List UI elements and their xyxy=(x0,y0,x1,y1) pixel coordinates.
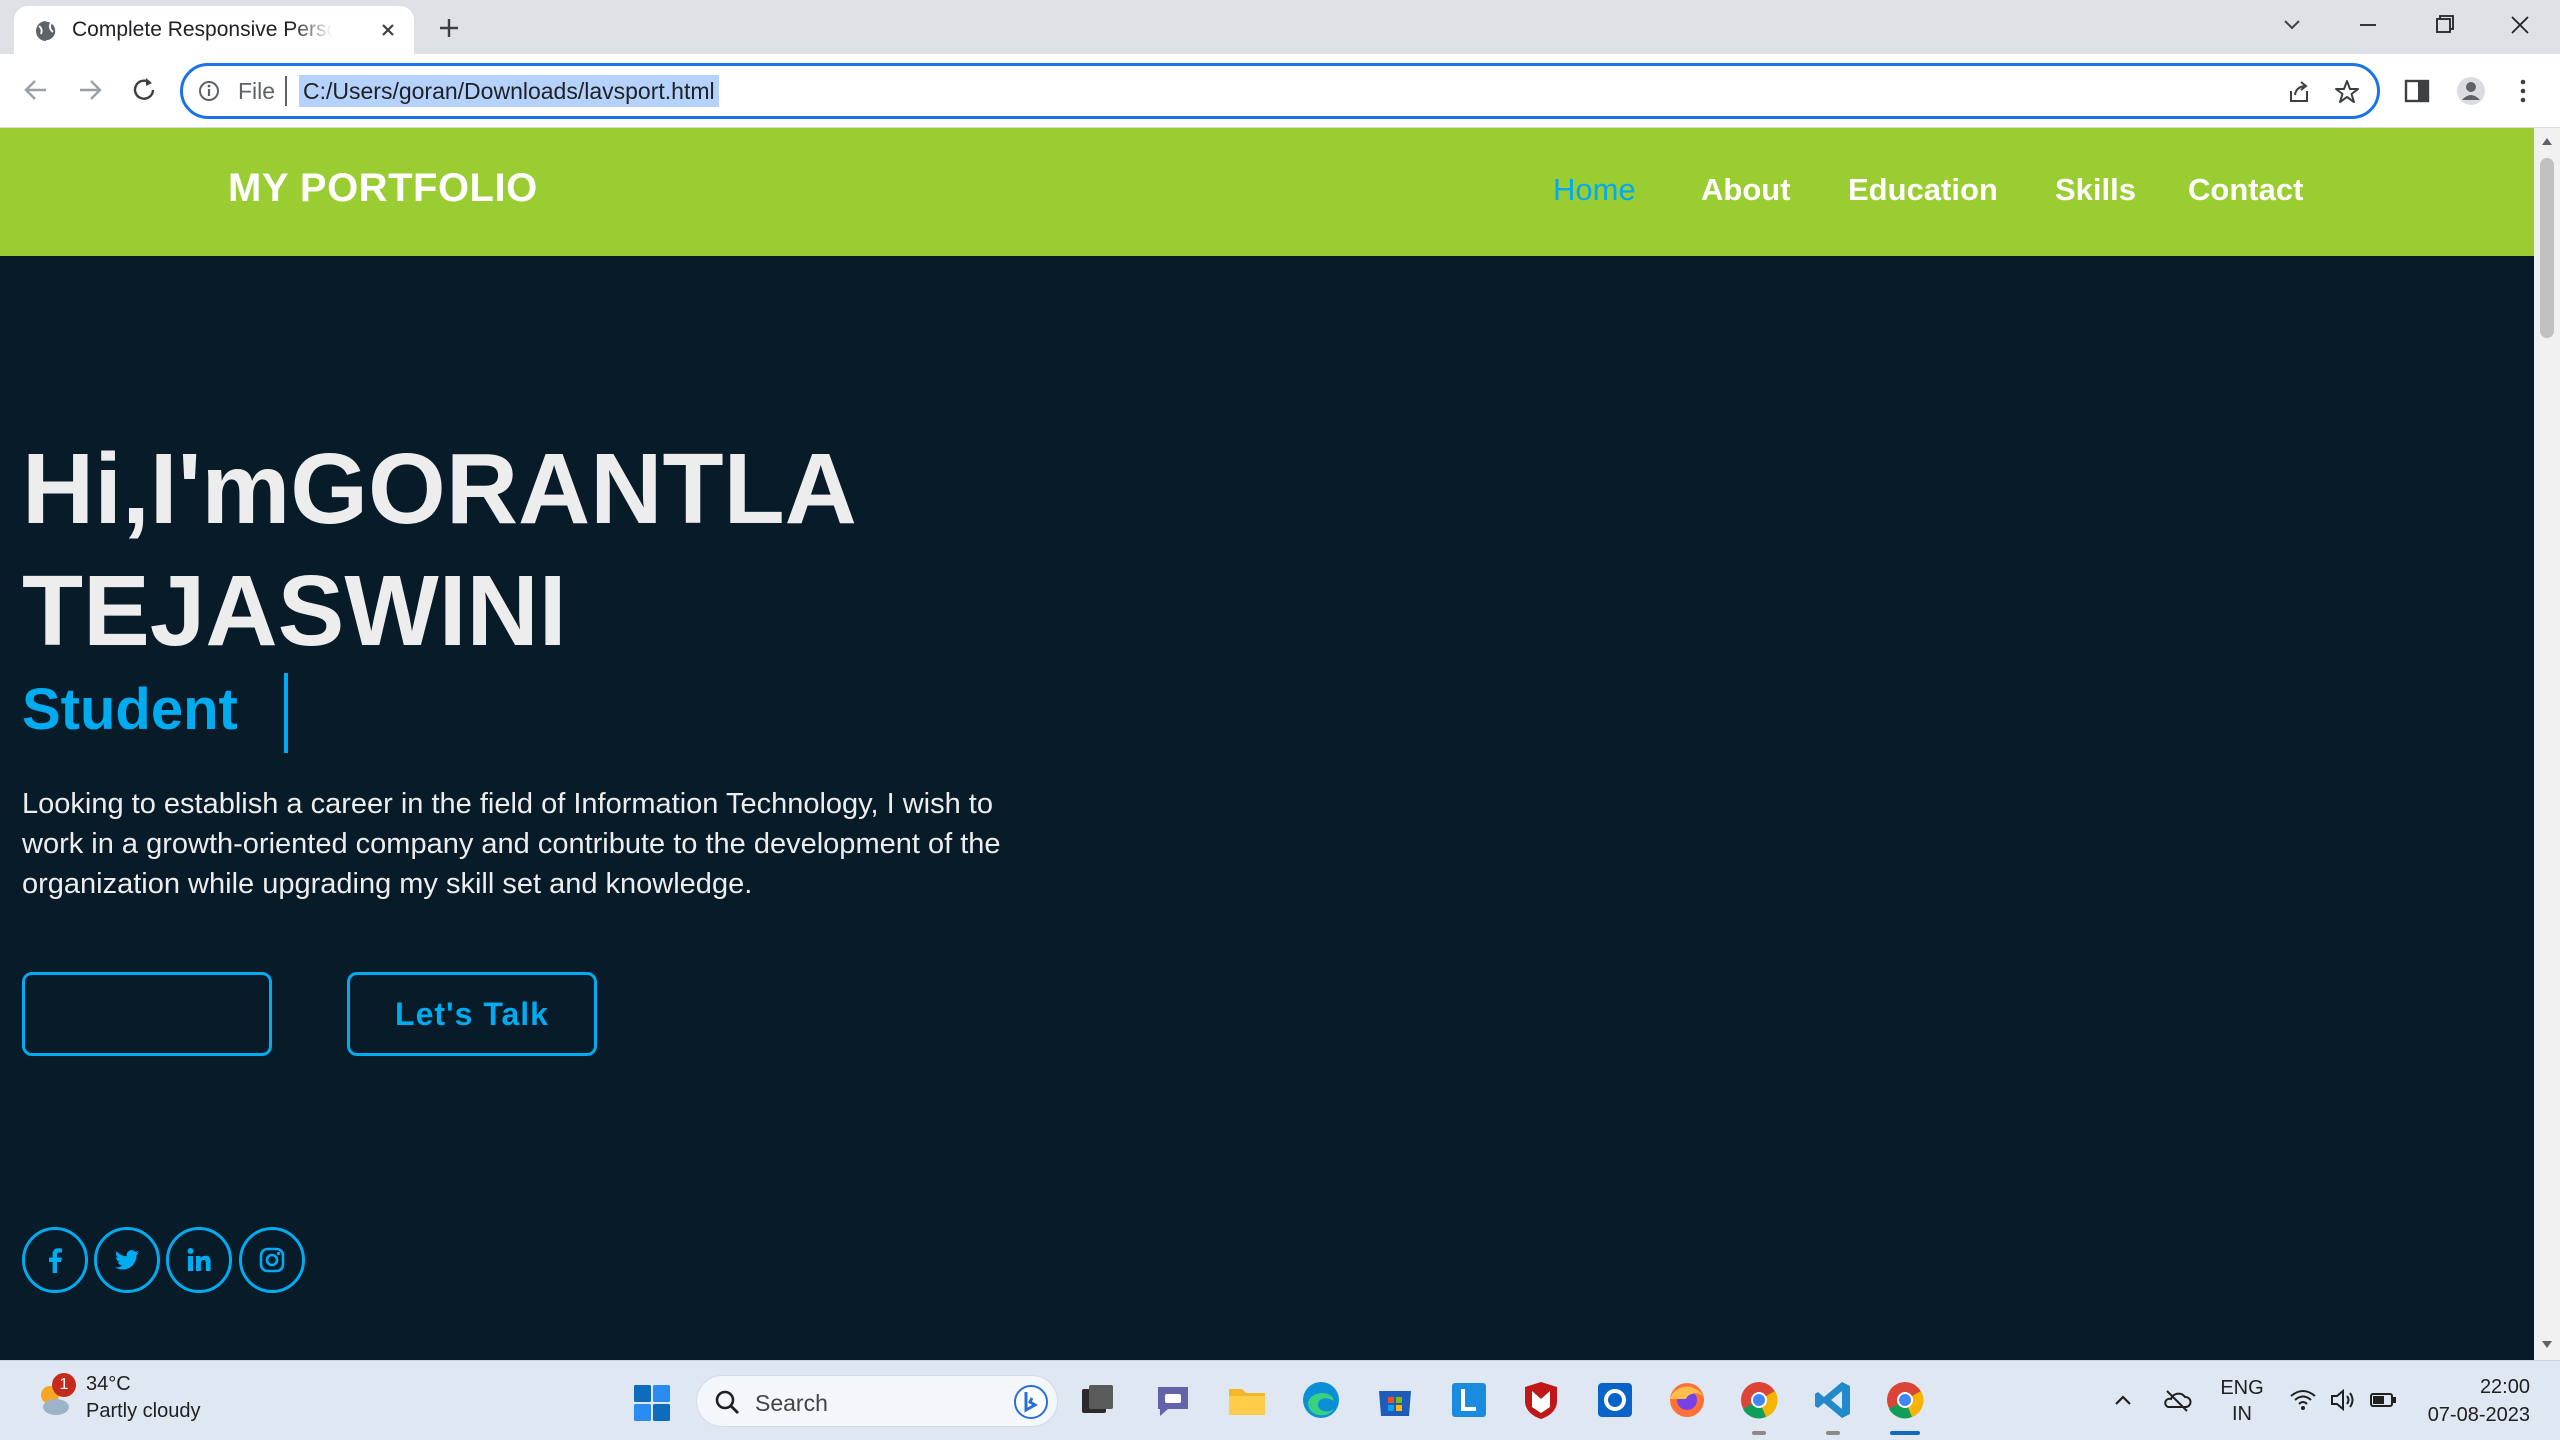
instagram-icon xyxy=(259,1247,285,1273)
vscode-running-indicator xyxy=(1826,1431,1840,1435)
firefox-icon[interactable] xyxy=(1664,1377,1710,1423)
scroll-up-icon[interactable] xyxy=(2541,136,2553,146)
browser-toolbar: File C:/Users/goran/Downloads/lavsport.h… xyxy=(0,54,2560,128)
search-icon xyxy=(715,1390,739,1414)
scrollbar-thumb[interactable] xyxy=(2540,158,2554,338)
hero-title-line2: TEJASWINI xyxy=(22,555,567,667)
clock-date: 07-08-2023 xyxy=(2427,1404,2530,1426)
edge-browser-icon[interactable] xyxy=(1298,1377,1344,1423)
taskbar-search[interactable]: Search xyxy=(696,1375,1058,1427)
lets-talk-button[interactable]: Let's Talk xyxy=(347,972,597,1056)
hero-role: Student xyxy=(22,677,238,742)
url-scheme-label: File xyxy=(238,78,276,104)
hero-title: Hi,I'mGORANTLA TEJASWINI xyxy=(22,428,1122,672)
twitter-link[interactable] xyxy=(94,1227,160,1293)
close-window-icon[interactable] xyxy=(2502,10,2538,40)
page-scrollbar[interactable] xyxy=(2534,128,2560,1360)
onedrive-offline-icon[interactable] xyxy=(2162,1385,2192,1415)
weather-description: Partly cloudy xyxy=(86,1400,201,1422)
chrome-active-icon[interactable] xyxy=(1882,1377,1928,1423)
nav-education[interactable]: Education xyxy=(1848,172,1998,208)
language-region: IN xyxy=(2232,1403,2252,1425)
search-placeholder: Search xyxy=(755,1390,828,1416)
back-icon[interactable] xyxy=(18,72,54,108)
url-divider xyxy=(285,76,287,106)
file-explorer-icon[interactable] xyxy=(1224,1377,1270,1423)
microsoft-store-icon[interactable] xyxy=(1372,1377,1418,1423)
browser-tab[interactable]: Complete Responsive Personal Portfolio W… xyxy=(14,6,414,54)
battery-icon[interactable] xyxy=(2368,1385,2398,1415)
nav-skills[interactable]: Skills xyxy=(2055,172,2136,208)
info-icon[interactable] xyxy=(197,79,221,103)
show-hidden-icons-chevron-icon[interactable] xyxy=(2108,1385,2138,1415)
primary-button[interactable] xyxy=(22,972,272,1056)
wifi-icon[interactable] xyxy=(2288,1385,2318,1415)
address-bar[interactable]: File C:/Users/goran/Downloads/lavsport.h… xyxy=(180,63,2380,119)
tab-title: Complete Responsive Personal Portfolio W… xyxy=(72,18,332,41)
windows-taskbar: 1 34°C Partly cloudy Search ENG IN 22:00… xyxy=(0,1360,2560,1440)
bookmark-star-icon[interactable] xyxy=(2333,78,2361,106)
linkedin-link[interactable] xyxy=(166,1227,232,1293)
restore-icon[interactable] xyxy=(2426,10,2462,40)
browser-tab-strip: Complete Responsive Personal Portfolio W… xyxy=(0,0,2560,54)
l-app-icon[interactable] xyxy=(1446,1377,1492,1423)
facebook-link[interactable] xyxy=(22,1227,88,1293)
nav-home[interactable]: Home xyxy=(1553,172,1636,208)
instagram-link[interactable] xyxy=(239,1227,305,1293)
side-panel-icon[interactable] xyxy=(2400,74,2434,108)
close-tab-icon[interactable] xyxy=(376,18,400,42)
language-code: ENG xyxy=(2220,1377,2264,1399)
windows-start-icon[interactable] xyxy=(632,1383,672,1423)
weather-temperature: 34°C xyxy=(86,1373,131,1395)
reload-icon[interactable] xyxy=(126,72,162,108)
url-text[interactable]: C:/Users/goran/Downloads/lavsport.html xyxy=(299,75,719,107)
menu-kebab-icon[interactable] xyxy=(2506,74,2540,108)
profile-avatar-icon[interactable] xyxy=(2454,74,2488,108)
tab-search-icon[interactable] xyxy=(2274,10,2310,40)
volume-icon[interactable] xyxy=(2328,1385,2358,1415)
site-header: MY PORTFOLIO Home About Education Skills… xyxy=(0,128,2534,256)
hero-description: Looking to establish a career in the fie… xyxy=(22,788,1001,900)
task-view-icon[interactable] xyxy=(1074,1377,1120,1423)
page-viewport: MY PORTFOLIO Home About Education Skills… xyxy=(0,128,2534,1360)
minimize-icon[interactable] xyxy=(2350,10,2386,40)
twitter-icon xyxy=(115,1250,139,1270)
weather-badge: 1 xyxy=(52,1373,76,1397)
nav-contact[interactable]: Contact xyxy=(2188,172,2303,208)
share-icon[interactable] xyxy=(2285,78,2313,106)
new-tab-button[interactable] xyxy=(434,13,464,43)
vscode-icon[interactable] xyxy=(1810,1377,1856,1423)
chrome-running-indicator xyxy=(1752,1431,1766,1435)
typing-caret xyxy=(284,673,288,753)
site-logo[interactable]: MY PORTFOLIO xyxy=(228,166,538,211)
forward-icon[interactable] xyxy=(72,72,108,108)
system-clock[interactable]: 22:00 07-08-2023 xyxy=(2428,1373,2530,1429)
lets-talk-label: Let's Talk xyxy=(395,996,549,1032)
nav-about[interactable]: About xyxy=(1701,172,1791,208)
linkedin-icon xyxy=(187,1248,211,1271)
bing-icon[interactable] xyxy=(1013,1384,1049,1420)
language-indicator[interactable]: ENG IN xyxy=(2212,1375,2272,1427)
mcafee-icon[interactable] xyxy=(1518,1377,1564,1423)
outlook-icon[interactable] xyxy=(1592,1377,1638,1423)
chrome-active-indicator xyxy=(1890,1431,1920,1435)
teams-chat-icon[interactable] xyxy=(1150,1377,1196,1423)
hero-title-line1: Hi,I'mGORANTLA xyxy=(22,433,857,545)
clock-time: 22:00 xyxy=(2479,1376,2530,1398)
globe-icon xyxy=(36,20,57,42)
facebook-icon xyxy=(49,1248,62,1273)
scroll-down-icon[interactable] xyxy=(2541,1340,2553,1350)
chrome-icon[interactable] xyxy=(1736,1377,1782,1423)
